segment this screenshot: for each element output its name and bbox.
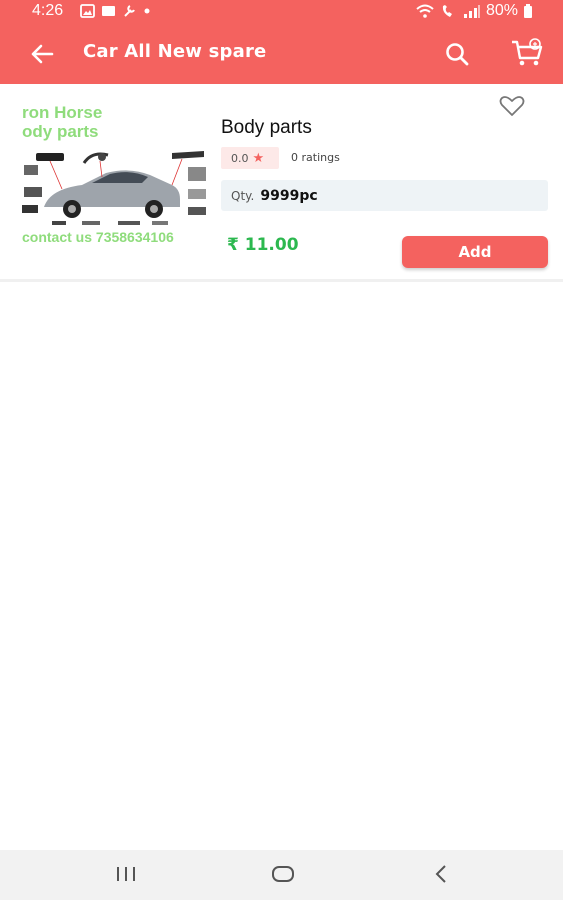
product-price: ₹ 11.00 (227, 235, 299, 255)
app-bar: Car All New spare (0, 24, 563, 84)
rating-value: 0.0 (231, 151, 249, 165)
cart-icon[interactable] (510, 38, 544, 68)
call-icon (442, 4, 452, 17)
product-card[interactable]: ron Horse ody parts contact us 735863410… (0, 84, 563, 282)
product-image-contact: contact us 7358634106 (22, 229, 174, 245)
wrench-icon (124, 5, 135, 17)
quantity-label: Qty. (231, 188, 255, 203)
message-icon (102, 5, 115, 16)
back-icon[interactable] (430, 862, 452, 886)
heart-icon[interactable] (498, 94, 526, 118)
product-title: Body parts (221, 117, 312, 138)
product-image-brand-line1: ron Horse (22, 103, 103, 122)
status-bar: 4:26 80% (0, 0, 563, 24)
product-image-brand-line2: ody parts (22, 122, 99, 141)
add-button[interactable]: Add (402, 236, 548, 268)
quantity-value: 9999pc (260, 187, 318, 204)
battery-percent: 80% (485, 2, 518, 19)
page-title: Car All New spare (83, 41, 267, 62)
wifi-icon (416, 4, 434, 18)
signal-icon (463, 5, 480, 18)
search-icon[interactable] (443, 40, 471, 68)
status-time: 4:26 (32, 2, 64, 19)
car-parts-illustration (22, 151, 206, 225)
recent-apps-icon[interactable] (114, 862, 138, 886)
ratings-count: 0 ratings (291, 151, 340, 164)
star-icon: ★ (252, 150, 265, 166)
system-nav-bar (0, 850, 563, 900)
quantity-box: Qty. 9999pc (221, 180, 548, 211)
rating-badge: 0.0 ★ (221, 147, 279, 169)
gallery-icon (80, 3, 95, 18)
product-image[interactable]: ron Horse ody parts contact us 735863410… (22, 101, 206, 251)
back-arrow-icon[interactable] (28, 40, 56, 68)
dot-icon (144, 8, 150, 13)
home-icon[interactable] (270, 862, 296, 886)
battery-icon (524, 3, 532, 18)
